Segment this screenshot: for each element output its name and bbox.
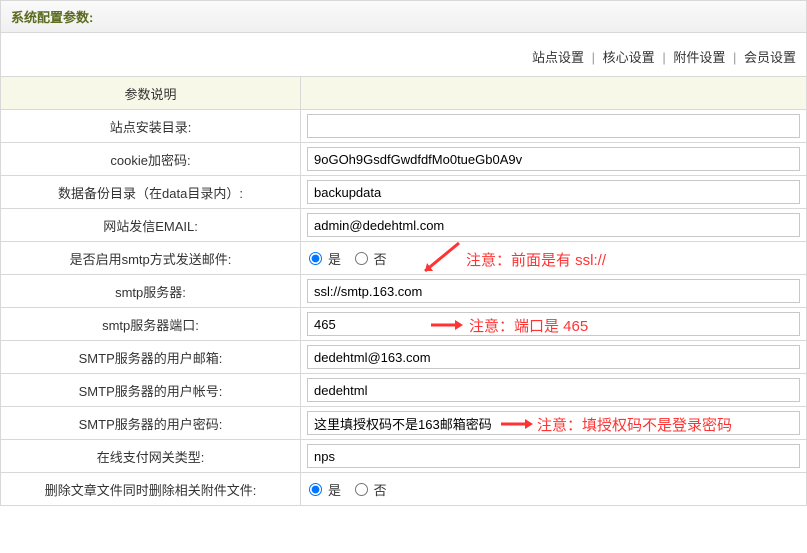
label-site-email: 网站发信EMAIL: [1, 209, 301, 242]
table-row: cookie加密码: [1, 143, 807, 176]
label-smtp-server: smtp服务器: [1, 275, 301, 308]
radio-delattach-yes[interactable] [309, 483, 322, 496]
table-row: 数据备份目录（在data目录内）: [1, 176, 807, 209]
table-row: SMTP服务器的用户密码: 注意：填授权码不是登录密码 [1, 407, 807, 440]
table-row: SMTP服务器的用户邮箱: [1, 341, 807, 374]
input-smtp-server[interactable] [307, 279, 800, 303]
column-header-label: 参数说明 [1, 77, 301, 110]
label-install-dir: 站点安装目录: [1, 110, 301, 143]
label-smtp-user-password: SMTP服务器的用户密码: [1, 407, 301, 440]
label-smtp-user-account: SMTP服务器的用户帐号: [1, 374, 301, 407]
tab-site[interactable]: 站点设置 [532, 50, 584, 65]
radio-delattach-no[interactable] [355, 483, 368, 496]
input-install-dir[interactable] [307, 114, 800, 138]
table-row: 是否启用smtp方式发送邮件: 是 否 注意：前面是有 ssl:// [1, 242, 807, 275]
radio-label-yes: 是 [328, 480, 341, 499]
table-row: 站点安装目录: [1, 110, 807, 143]
tab-attach[interactable]: 附件设置 [673, 50, 725, 65]
label-delete-attach: 删除文章文件同时删除相关附件文件: [1, 473, 301, 506]
input-smtp-user-email[interactable] [307, 345, 800, 369]
radio-label-no: 否 [374, 480, 387, 499]
table-row: 网站发信EMAIL: [1, 209, 807, 242]
tabs-bar: 站点设置 | 核心设置 | 附件设置 | 会员设置 [0, 33, 807, 76]
table-row: smtp服务器端口: 注意：端口是 465 [1, 308, 807, 341]
tab-core[interactable]: 核心设置 [603, 50, 655, 65]
tab-sep: | [592, 50, 595, 65]
table-row: 在线支付网关类型: [1, 440, 807, 473]
tab-member[interactable]: 会员设置 [744, 50, 796, 65]
config-table: 参数说明 站点安装目录: cookie加密码: 数据备份目录（在data目录内）… [0, 76, 807, 506]
input-site-email[interactable] [307, 213, 800, 237]
input-backup-dir[interactable] [307, 180, 800, 204]
tab-sep: | [662, 50, 665, 65]
table-row: smtp服务器: [1, 275, 807, 308]
radio-smtp-yes[interactable] [309, 252, 322, 265]
radio-smtp-no[interactable] [355, 252, 368, 265]
radio-label-yes: 是 [328, 249, 341, 268]
label-cookie-key: cookie加密码: [1, 143, 301, 176]
input-smtp-port[interactable] [307, 312, 800, 336]
label-enable-smtp: 是否启用smtp方式发送邮件: [1, 242, 301, 275]
label-smtp-user-email: SMTP服务器的用户邮箱: [1, 341, 301, 374]
label-smtp-port: smtp服务器端口: [1, 308, 301, 341]
tab-sep: | [733, 50, 736, 65]
table-row: SMTP服务器的用户帐号: [1, 374, 807, 407]
label-payment-gateway: 在线支付网关类型: [1, 440, 301, 473]
input-cookie-key[interactable] [307, 147, 800, 171]
table-row: 删除文章文件同时删除相关附件文件: 是 否 [1, 473, 807, 506]
column-header-value [301, 77, 807, 110]
label-backup-dir: 数据备份目录（在data目录内）: [1, 176, 301, 209]
radio-label-no: 否 [374, 249, 387, 268]
input-smtp-user-account[interactable] [307, 378, 800, 402]
page-title: 系统配置参数: [0, 0, 807, 33]
input-smtp-user-password[interactable] [307, 411, 800, 435]
input-payment-gateway[interactable] [307, 444, 800, 468]
